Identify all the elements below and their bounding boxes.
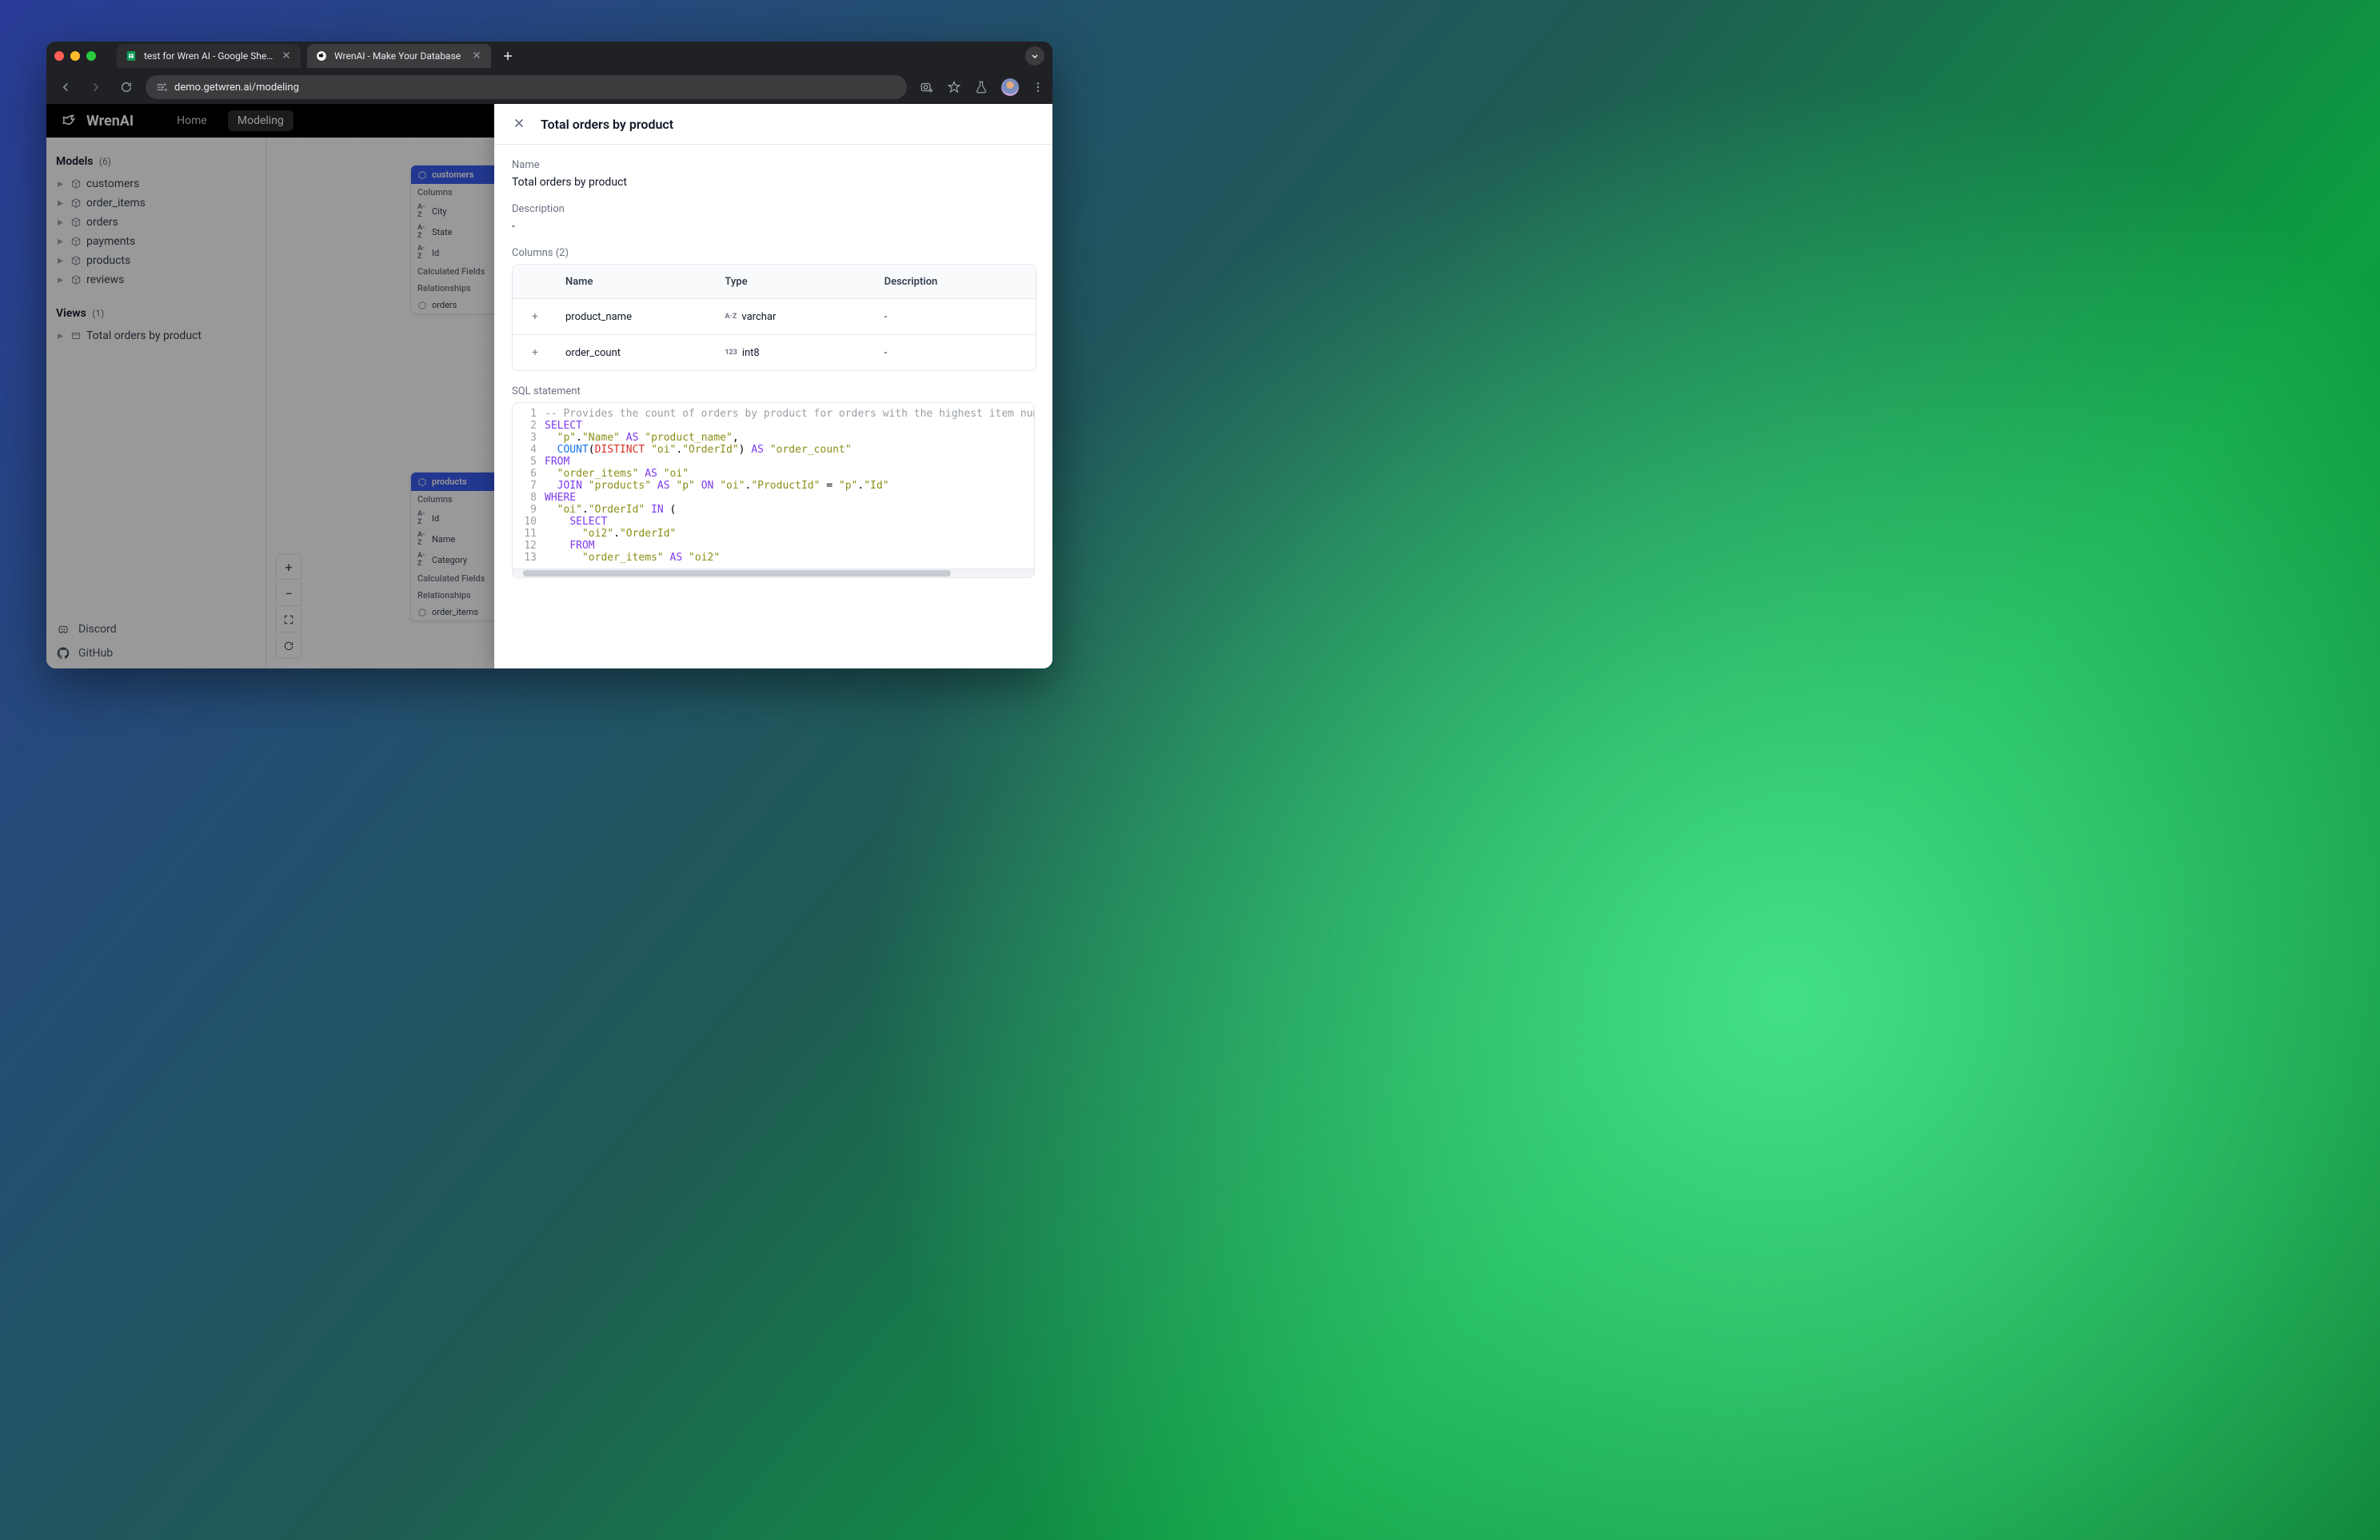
expand-button[interactable]: +: [528, 309, 542, 324]
col-type: A-Zvarchar: [717, 311, 876, 323]
view-details-drawer: Total orders by product Name Total order…: [494, 104, 1052, 668]
minimize-window-button[interactable]: [70, 51, 80, 61]
table-header: Name Type Description: [513, 265, 1036, 298]
forward-button[interactable]: [85, 76, 107, 98]
window-controls: [54, 51, 96, 61]
sql-line: 3 "p"."Name" AS "product_name",: [513, 432, 1034, 444]
sql-editor[interactable]: 1-- Provides the count of orders by prod…: [512, 402, 1035, 578]
sql-line: 9 "oi"."OrderId" IN (: [513, 504, 1034, 516]
tab-label: test for Wren AI - Google Sheets: [144, 50, 275, 62]
sql-line: 8WHERE: [513, 492, 1034, 504]
new-tab-button[interactable]: [497, 46, 518, 66]
table-row: + product_name A-Zvarchar -: [513, 298, 1036, 334]
sql-line: 12 FROM: [513, 540, 1034, 552]
sql-line: 10 SELECT: [513, 516, 1034, 528]
sql-line: 1-- Provides the count of orders by prod…: [513, 408, 1034, 420]
type-icon: 123: [725, 349, 737, 357]
name-label: Name: [512, 159, 1035, 171]
close-icon[interactable]: [282, 50, 293, 62]
col-desc: -: [877, 311, 1036, 323]
bookmark-icon[interactable]: [947, 80, 961, 94]
sheets-icon: [125, 50, 138, 62]
type-icon: A-Z: [725, 313, 737, 321]
sql-line: 13 "order_items" AS "oi2": [513, 552, 1034, 564]
description-label: Description: [512, 203, 1035, 215]
toolbar-icons: [920, 78, 1044, 96]
col-name: order_count: [557, 347, 717, 359]
browser-window: test for Wren AI - Google Sheets WrenAI …: [46, 42, 1052, 668]
columns-table: Name Type Description + product_name A-Z…: [512, 264, 1036, 371]
col-name: product_name: [557, 311, 717, 323]
tab-label: WrenAI - Make Your Database: [334, 50, 465, 62]
tabstrip-right: [1025, 46, 1044, 66]
tab-strip: test for Wren AI - Google Sheets WrenAI …: [46, 42, 1052, 70]
close-window-button[interactable]: [54, 51, 64, 61]
drawer-close-button[interactable]: [512, 116, 528, 132]
site-settings-icon[interactable]: [155, 81, 168, 94]
drawer-title: Total orders by product: [541, 117, 673, 132]
sql-line: 7 JOIN "products" AS "p" ON "oi"."Produc…: [513, 480, 1034, 492]
sql-line: 11 "oi2"."OrderId": [513, 528, 1034, 540]
name-value: Total orders by product: [512, 176, 1035, 189]
sql-line: 5FROM: [513, 456, 1034, 468]
address-bar[interactable]: demo.getwren.ai/modeling: [146, 75, 907, 99]
tabs-overflow-button[interactable]: [1025, 46, 1044, 66]
columns-label: Columns (2): [512, 247, 1035, 259]
profile-avatar[interactable]: [1001, 78, 1019, 96]
url-text: demo.getwren.ai/modeling: [174, 82, 299, 94]
labs-icon[interactable]: [974, 80, 988, 94]
sql-line: 4 COUNT(DISTINCT "oi"."OrderId") AS "ord…: [513, 444, 1034, 456]
lens-icon[interactable]: [920, 80, 934, 94]
zoom-window-button[interactable]: [86, 51, 96, 61]
browser-toolbar: demo.getwren.ai/modeling: [46, 70, 1052, 104]
col-desc: -: [877, 347, 1036, 359]
description-value: -: [512, 220, 1035, 233]
close-icon[interactable]: [472, 50, 483, 62]
expand-button[interactable]: +: [528, 345, 542, 360]
table-row: + order_count 123int8 -: [513, 334, 1036, 370]
sql-horizontal-scrollbar[interactable]: [513, 569, 1034, 577]
reload-button[interactable]: [115, 76, 138, 98]
tab-wrenai[interactable]: WrenAI - Make Your Database: [307, 44, 491, 68]
scrollbar-thumb[interactable]: [523, 570, 951, 577]
sql-line: 2SELECT: [513, 420, 1034, 432]
tab-google-sheets[interactable]: test for Wren AI - Google Sheets: [117, 44, 301, 68]
sql-line: 6 "order_items" AS "oi": [513, 468, 1034, 480]
sql-label: SQL statement: [512, 385, 1035, 397]
drawer-header: Total orders by product: [494, 104, 1052, 145]
wren-icon: [315, 50, 328, 62]
kebab-menu-icon[interactable]: [1032, 81, 1044, 94]
app-viewport: WrenAI Home Modeling E-commerce Models (…: [46, 104, 1052, 668]
drawer-body: Name Total orders by product Description…: [494, 145, 1052, 668]
back-button[interactable]: [54, 76, 77, 98]
col-type: 123int8: [717, 347, 876, 359]
